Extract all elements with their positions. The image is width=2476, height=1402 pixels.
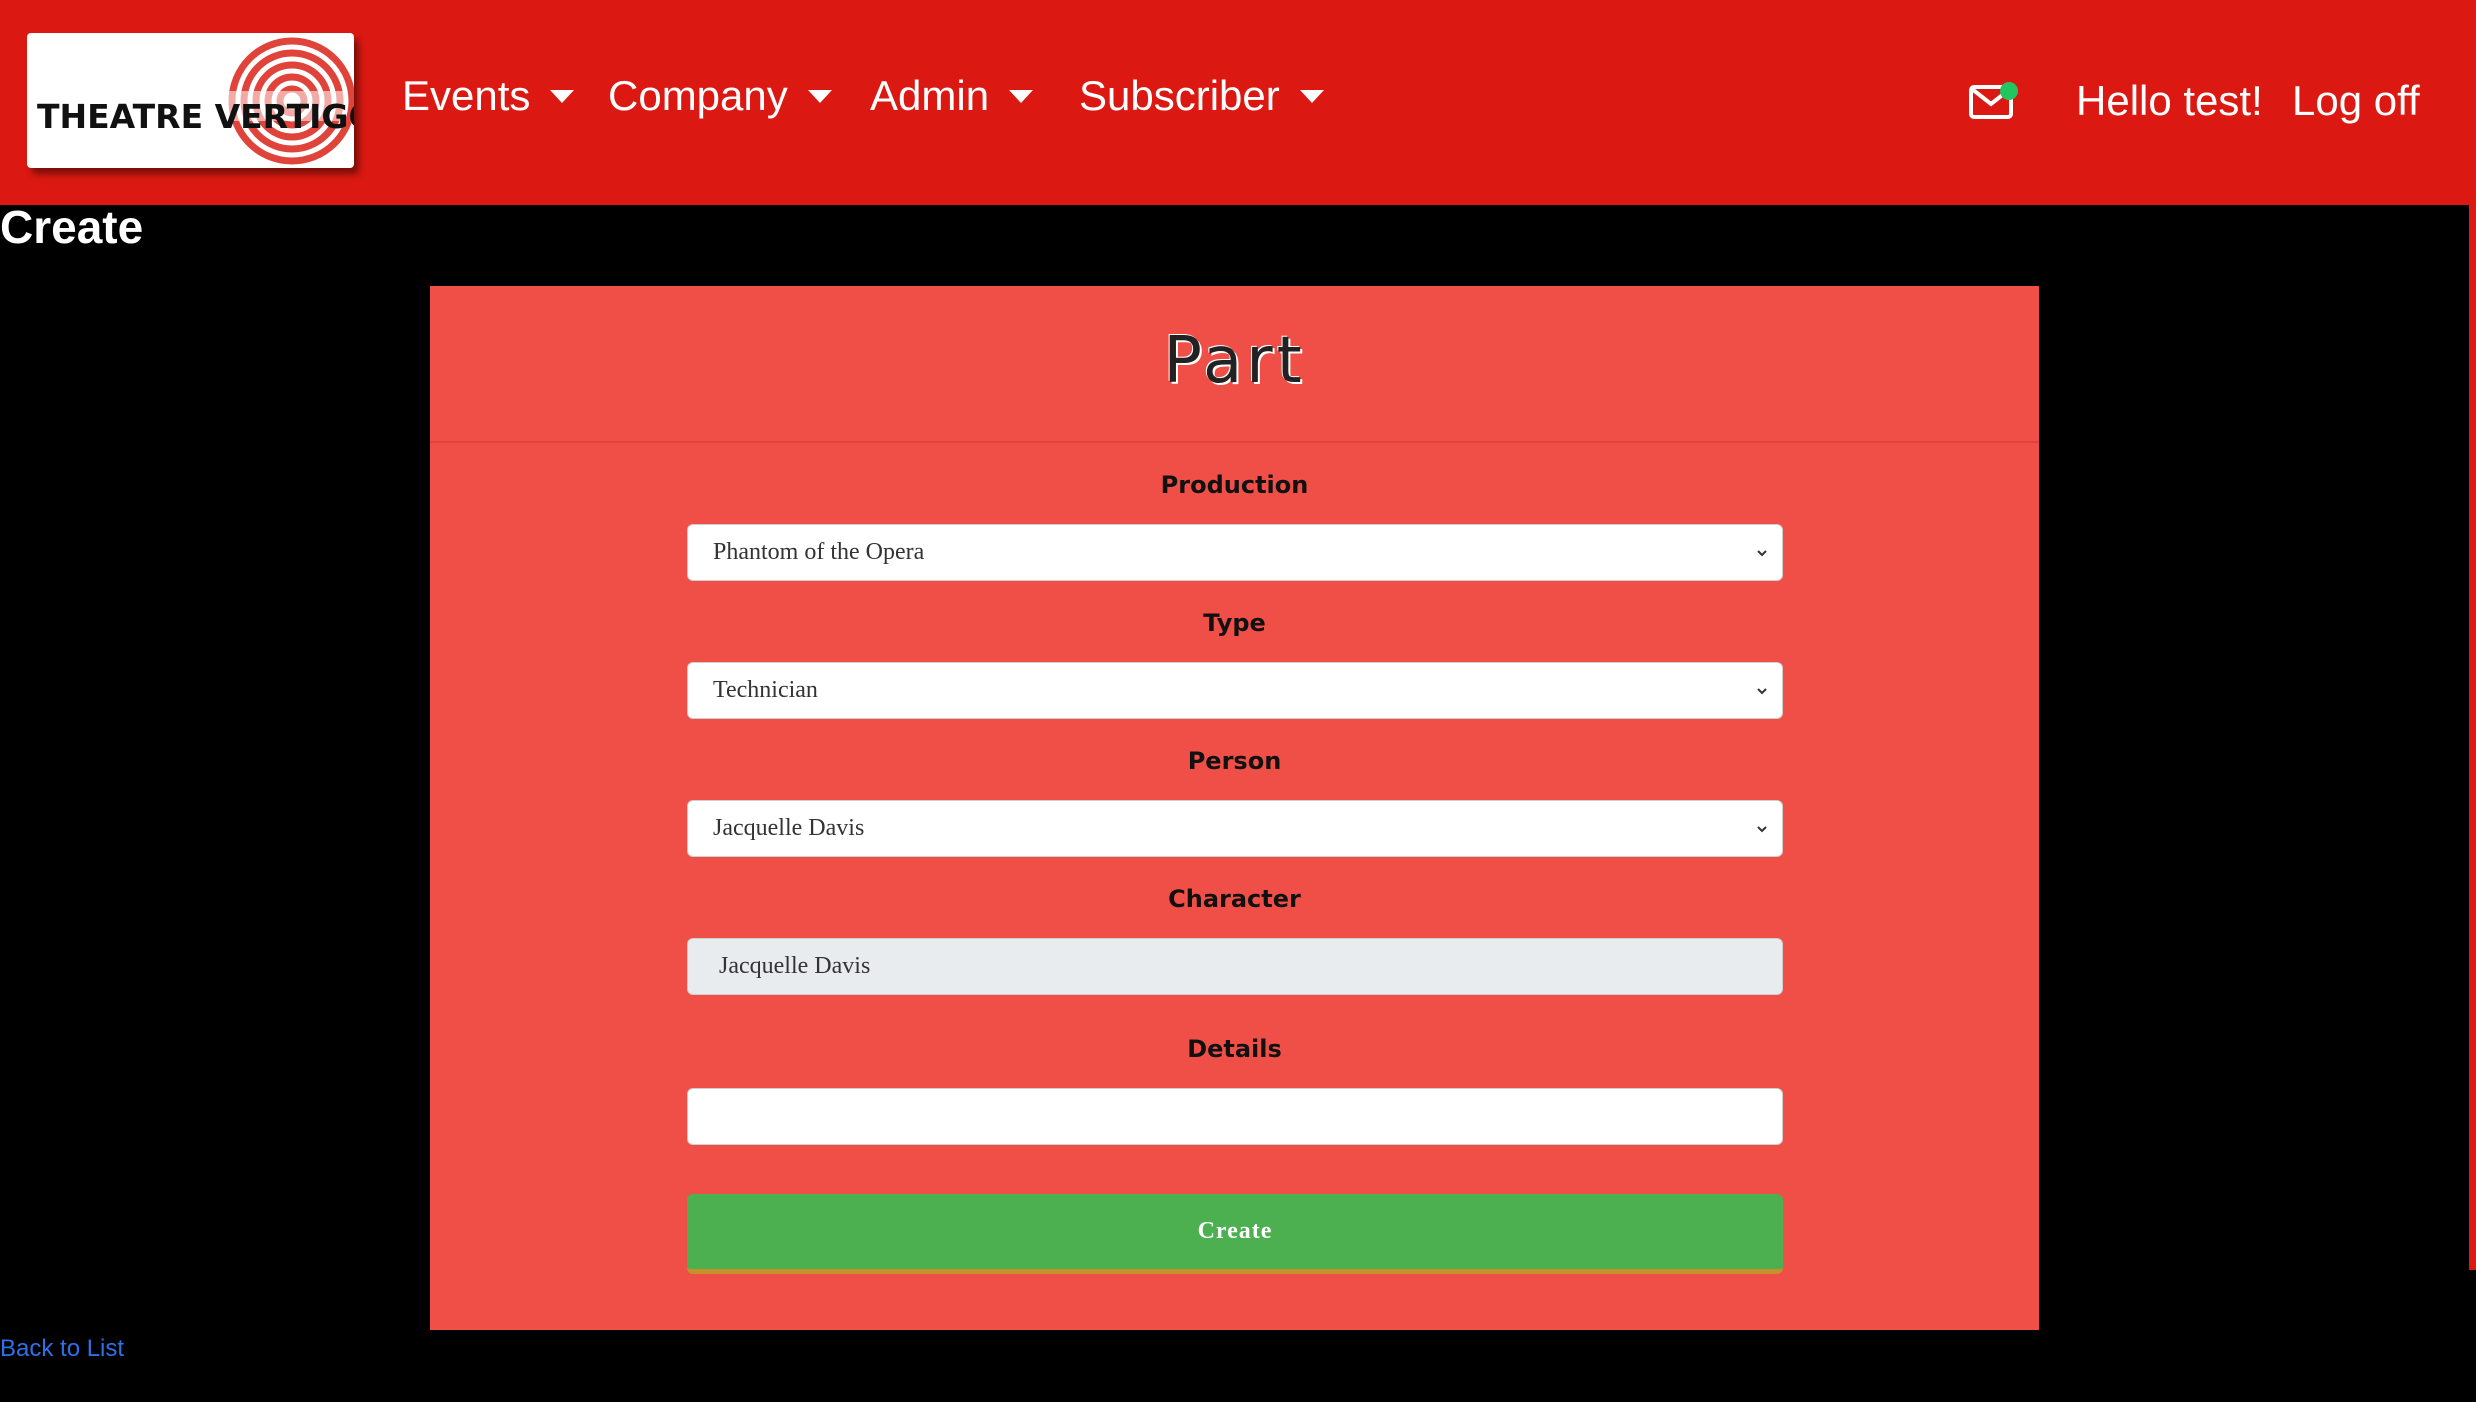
caret-down-icon bbox=[807, 89, 832, 103]
page-title: Create bbox=[0, 201, 144, 253]
chevron-down-icon bbox=[1757, 688, 1767, 695]
nav-subscriber-dropdown[interactable]: Subscriber bbox=[1079, 72, 1324, 120]
type-label: Type bbox=[1203, 609, 1266, 637]
card-header: Part bbox=[430, 286, 2039, 443]
character-value: Jacquelle Davis bbox=[719, 953, 871, 979]
type-select[interactable]: Technician bbox=[687, 662, 1783, 719]
chevron-down-icon bbox=[1757, 826, 1767, 833]
production-select[interactable]: Phantom of the Opera bbox=[687, 524, 1783, 581]
character-field: Jacquelle Davis bbox=[687, 938, 1783, 995]
type-value: Technician bbox=[713, 677, 818, 703]
person-select[interactable]: Jacquelle Davis bbox=[687, 800, 1783, 857]
part-form-card: Part Production Phantom of the Opera Typ… bbox=[430, 286, 2039, 1330]
caret-down-icon bbox=[1299, 89, 1324, 103]
create-button[interactable]: Create bbox=[687, 1194, 1783, 1274]
details-label: Details bbox=[1187, 1035, 1282, 1063]
caret-down-icon bbox=[550, 89, 575, 103]
character-label: Character bbox=[1168, 885, 1301, 913]
production-value: Phantom of the Opera bbox=[713, 539, 925, 565]
nav-events-dropdown[interactable]: Events bbox=[402, 72, 575, 120]
nav-company-dropdown[interactable]: Company bbox=[608, 72, 832, 120]
top-navbar: THEATRE VERTIGO Events Company Admin Sub… bbox=[0, 0, 2476, 205]
chevron-down-icon bbox=[1757, 550, 1767, 557]
nav-company-label: Company bbox=[608, 72, 788, 119]
form-heading: Part bbox=[1163, 324, 1306, 398]
greeting-link[interactable]: Hello test! bbox=[2076, 77, 2263, 125]
scrollbar-strip bbox=[2469, 205, 2476, 1270]
back-to-list-link[interactable]: Back to List bbox=[0, 1335, 124, 1363]
person-label: Person bbox=[1187, 747, 1282, 775]
nav-admin-label: Admin bbox=[870, 72, 990, 119]
nav-subscriber-label: Subscriber bbox=[1079, 72, 1280, 119]
details-input[interactable] bbox=[687, 1088, 1783, 1145]
production-label: Production bbox=[1160, 471, 1309, 499]
logoff-link[interactable]: Log off bbox=[2292, 77, 2420, 125]
brand-logo[interactable]: THEATRE VERTIGO bbox=[27, 33, 354, 168]
caret-down-icon bbox=[1009, 89, 1034, 103]
nav-events-label: Events bbox=[402, 72, 531, 119]
person-value: Jacquelle Davis bbox=[713, 815, 865, 841]
logo-text: THEATRE VERTIGO bbox=[37, 97, 354, 136]
notification-dot bbox=[2000, 82, 2018, 100]
nav-admin-dropdown[interactable]: Admin bbox=[870, 72, 1034, 120]
